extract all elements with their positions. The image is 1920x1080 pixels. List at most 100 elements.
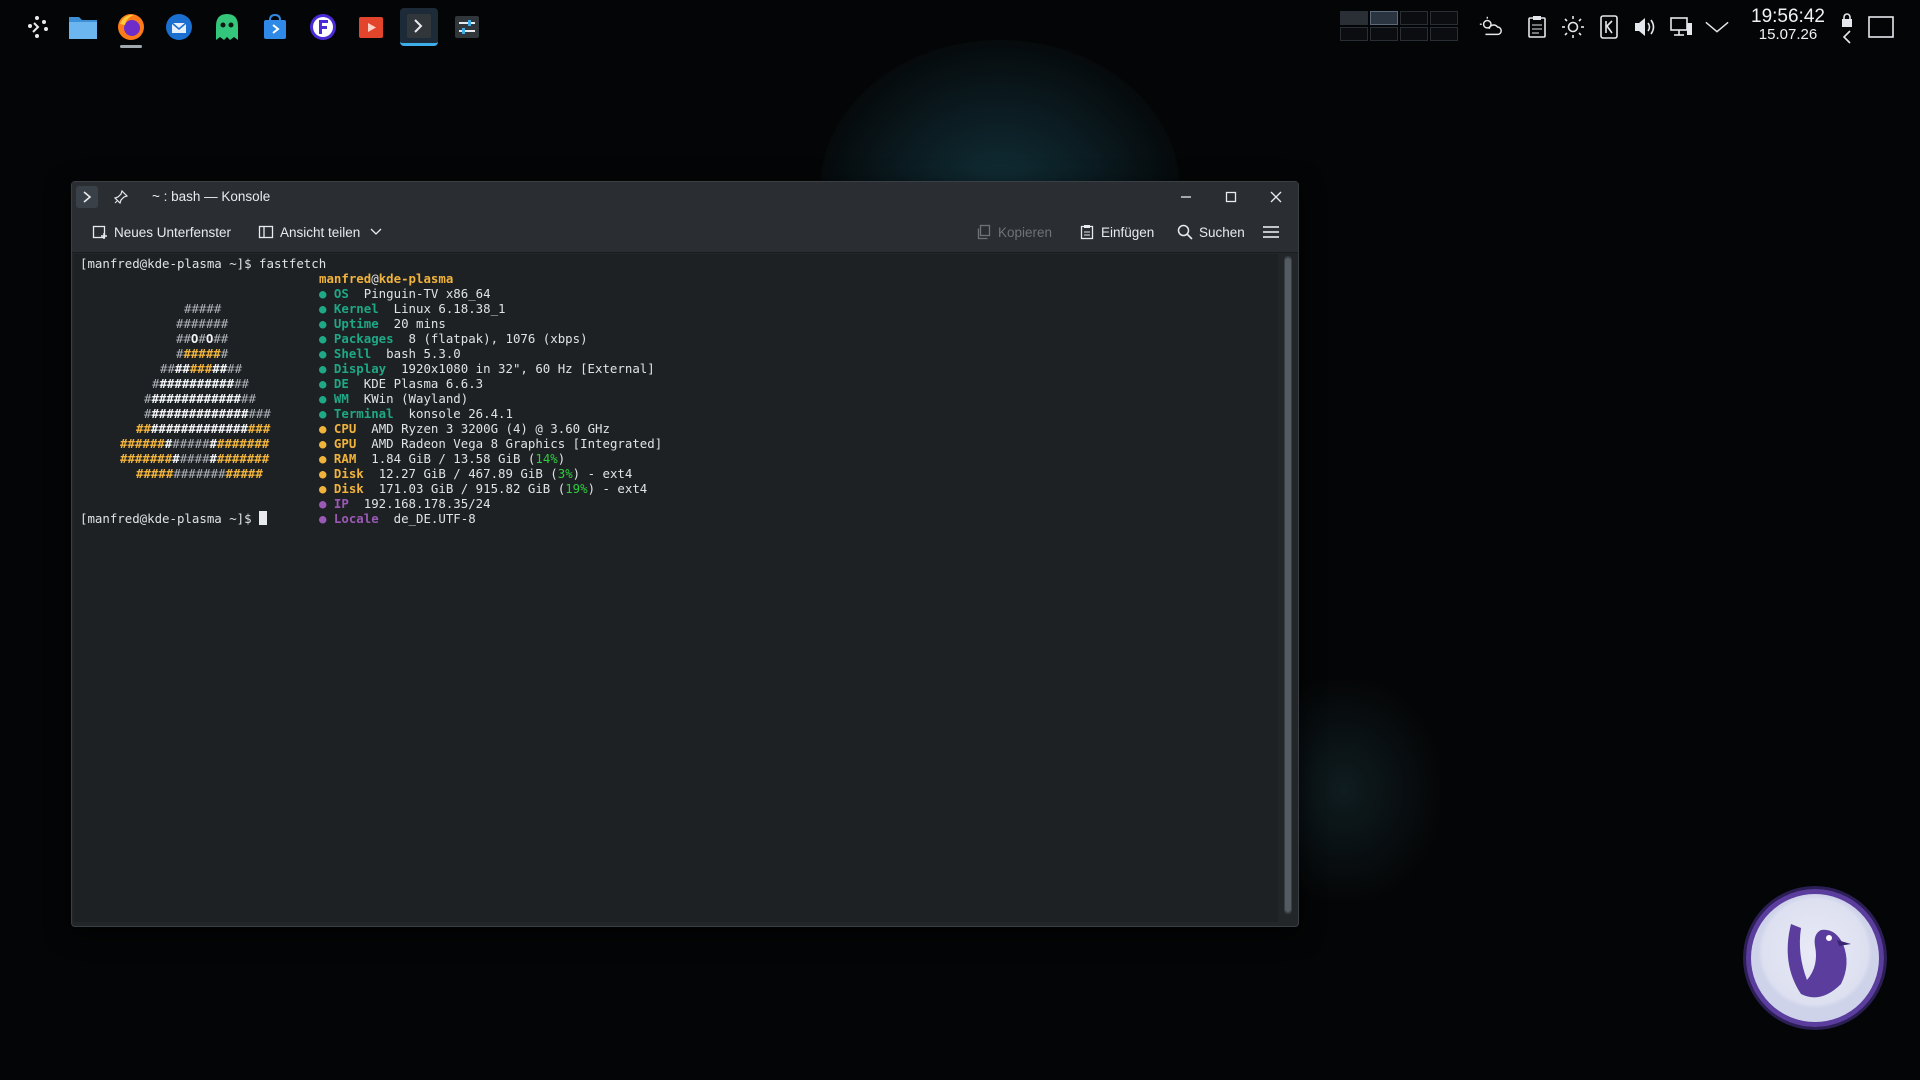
info-value: 1920x1080 in 32", 60 Hz [External] — [401, 361, 655, 376]
scrollbar-thumb[interactable] — [1285, 258, 1291, 912]
bullet-icon: ● — [319, 301, 334, 316]
info-value: Pinguin-TV x86_64 — [363, 286, 491, 301]
new-tab-icon — [92, 225, 107, 239]
terminal-icon — [407, 13, 431, 38]
search-label: Suchen — [1199, 224, 1245, 240]
brightness-icon[interactable] — [1560, 14, 1586, 40]
clock-date: 15.07.26 — [1758, 26, 1818, 43]
info-value: 20 mins — [393, 316, 446, 331]
bullet-icon: ● — [319, 286, 334, 301]
info-row-disk: ● Disk 171.03 GiB / 915.82 GiB (19%) - e… — [319, 481, 647, 496]
split-view-label: Ansicht teilen — [280, 224, 361, 240]
terminal-output[interactable]: [manfred@kde-plasma ~]$ fastfetch ##### … — [74, 254, 1278, 922]
minimize-button[interactable] — [1175, 186, 1197, 208]
konsole-launcher[interactable] — [400, 8, 438, 46]
settings-launcher[interactable] — [448, 8, 486, 46]
info-row-gpu: ● GPU AMD Radeon Vega 8 Graphics [Integr… — [319, 436, 662, 451]
clipboard-icon[interactable] — [1524, 14, 1550, 40]
paste-icon — [1080, 225, 1094, 240]
desktop-6[interactable] — [1370, 27, 1398, 41]
f-logo-icon — [310, 14, 336, 40]
video-app-launcher[interactable] — [352, 8, 390, 46]
thunderbird-launcher[interactable] — [160, 8, 198, 46]
usage-percent: 3% — [557, 466, 573, 481]
info-row-packages: ● Packages 8 (flatpak), 1076 (xbps) — [319, 331, 588, 346]
kde-launcher-icon — [28, 16, 48, 38]
terminal-app-icon[interactable] — [76, 186, 98, 208]
info-value: 171.03 GiB / 915.82 GiB ( — [378, 481, 566, 496]
desktop-3[interactable] — [1400, 11, 1428, 25]
desktop-5[interactable] — [1340, 27, 1368, 41]
info-value: 192.168.178.35/24 — [363, 496, 491, 511]
info-key: Packages — [333, 331, 394, 346]
kdeconnect-icon[interactable] — [1596, 14, 1622, 40]
bullet-icon: ● — [319, 391, 334, 406]
info-key: DE — [333, 376, 349, 391]
hamburger-menu-button[interactable] — [1263, 221, 1279, 243]
clock-time: 19:56:42 — [1751, 6, 1825, 27]
bullet-icon: ● — [319, 451, 334, 466]
prompt: [manfred@kde-plasma ~]$ — [80, 256, 252, 271]
lock-icon[interactable] — [1836, 10, 1858, 30]
bullet-icon: ● — [319, 316, 334, 331]
application-launcher-button[interactable] — [18, 8, 56, 46]
info-row-wm: ● WM KWin (Wayland) — [319, 391, 468, 406]
info-value: AMD Radeon Vega 8 Graphics [Integrated] — [371, 436, 663, 451]
info-key: WM — [333, 391, 349, 406]
f-app-launcher[interactable] — [304, 8, 342, 46]
virtual-desktop-pager[interactable] — [1340, 11, 1458, 41]
dolphin-launcher[interactable] — [64, 8, 102, 46]
user-avatar[interactable] — [1746, 889, 1884, 1027]
maximize-button[interactable] — [1220, 186, 1242, 208]
chevron-left-icon[interactable] — [1836, 28, 1858, 46]
copy-button[interactable]: Kopieren — [976, 221, 1052, 243]
desktop-8[interactable] — [1430, 27, 1458, 41]
command-line: [manfred@kde-plasma ~]$ fastfetch — [80, 256, 326, 271]
info-value: KDE Plasma 6.6.3 — [363, 376, 484, 391]
info-row-uptime: ● Uptime 20 mins — [319, 316, 446, 331]
digital-clock[interactable]: 19:56:42 15.07.26 — [1742, 6, 1834, 44]
info-row-de: ● DE KDE Plasma 6.6.3 — [319, 376, 483, 391]
info-tail: ) — [557, 451, 566, 466]
copy-label: Kopieren — [998, 224, 1053, 240]
display-config-icon[interactable] — [1668, 14, 1694, 40]
usage-percent: 14% — [535, 451, 558, 466]
top-panel: 19:56:42 15.07.26 — [0, 0, 1920, 56]
info-tail: ) - ext4 — [572, 466, 633, 481]
info-key: RAM — [333, 451, 357, 466]
info-value: 8 (flatpak), 1076 (xbps) — [408, 331, 588, 346]
ghost-app-launcher[interactable] — [208, 8, 246, 46]
paste-button[interactable]: Einfügen — [1079, 221, 1154, 243]
info-row-terminal: ● Terminal konsole 26.4.1 — [319, 406, 513, 421]
tray-expand-icon[interactable] — [1704, 14, 1730, 40]
info-key: Display — [333, 361, 387, 376]
terminal-scrollbar[interactable] — [1284, 256, 1292, 914]
close-button[interactable] — [1265, 186, 1287, 208]
show-desktop-icon[interactable] — [1868, 14, 1894, 40]
info-key: Kernel — [333, 301, 379, 316]
window-titlebar[interactable]: ~ : bash — Konsole — [72, 182, 1298, 212]
info-row-disk: ● Disk 12.27 GiB / 467.89 GiB (3%) - ext… — [319, 466, 632, 481]
pin-icon[interactable] — [110, 186, 132, 208]
split-view-button[interactable]: Ansicht teilen — [258, 221, 382, 243]
desktop-2[interactable] — [1370, 11, 1398, 25]
desktop-1[interactable] — [1340, 11, 1368, 25]
info-key: GPU — [333, 436, 357, 451]
desktop-4[interactable] — [1430, 11, 1458, 25]
discover-launcher[interactable] — [256, 8, 294, 46]
new-tab-button[interactable]: Neues Unterfenster — [92, 221, 231, 243]
bird-logo-icon — [1787, 924, 1851, 998]
bullet-icon: ● — [319, 361, 334, 376]
current-prompt-line[interactable]: [manfred@kde-plasma ~]$ — [80, 511, 268, 526]
bullet-icon: ● — [319, 346, 334, 361]
firefox-launcher[interactable] — [112, 8, 150, 48]
info-key: Disk — [333, 466, 364, 481]
chevron-down-icon — [370, 228, 382, 235]
weather-icon[interactable] — [1478, 14, 1504, 40]
volume-icon[interactable] — [1632, 14, 1658, 40]
search-button[interactable]: Suchen — [1177, 221, 1245, 243]
desktop-7[interactable] — [1400, 27, 1428, 41]
info-value: AMD Ryzen 3 3200G (4) @ 3.60 GHz — [371, 421, 610, 436]
info-value: 12.27 GiB / 467.89 GiB ( — [378, 466, 558, 481]
prompt: [manfred@kde-plasma ~]$ — [80, 511, 252, 526]
